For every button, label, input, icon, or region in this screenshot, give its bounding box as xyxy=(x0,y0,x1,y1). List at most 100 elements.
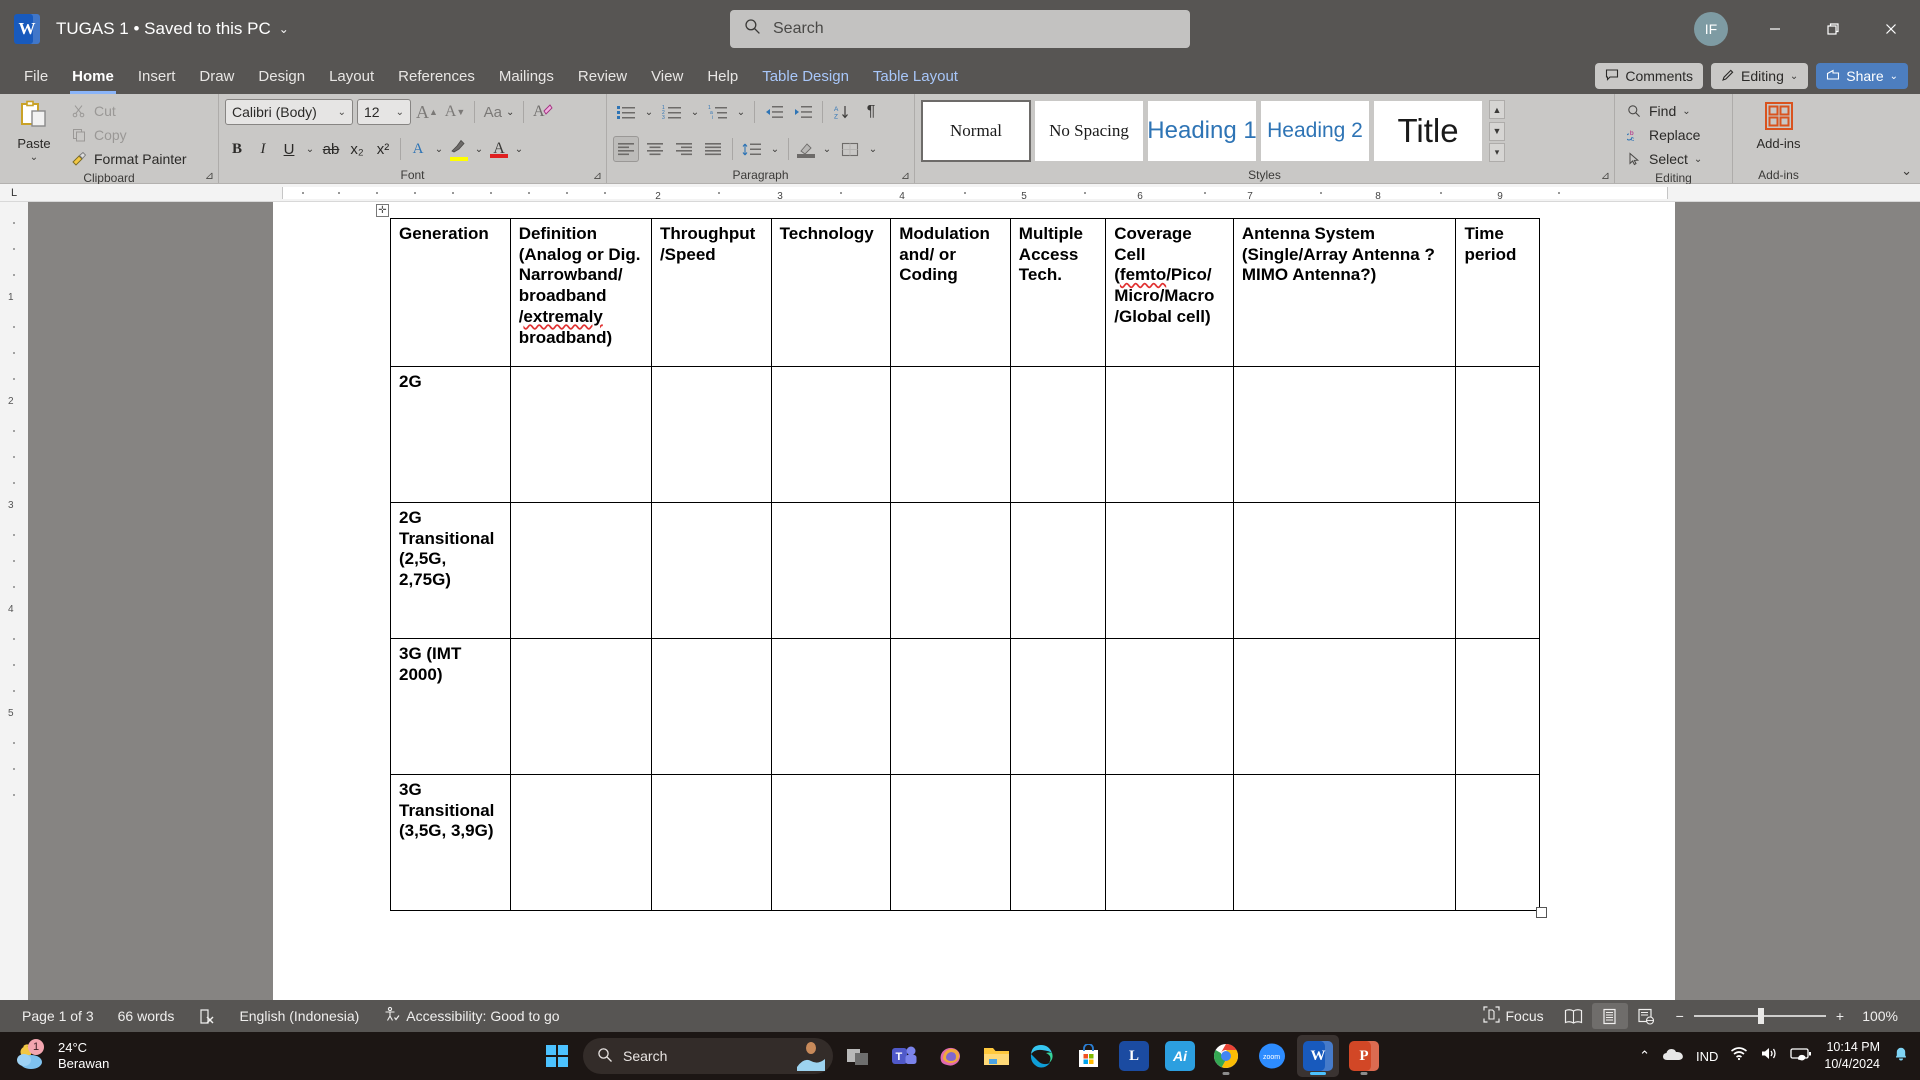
comparison-table[interactable]: Generation Definition (Analog or Dig. Na… xyxy=(390,218,1540,911)
document-page[interactable]: ✛ Generation Definition (Analog or Dig. … xyxy=(273,202,1675,1000)
italic-button[interactable]: I xyxy=(251,136,275,162)
clipboard-dialog-launcher[interactable]: ⊿ xyxy=(205,169,214,182)
search-input[interactable] xyxy=(773,20,1176,38)
tab-view[interactable]: View xyxy=(639,58,695,94)
bullets-caret[interactable]: ⌄ xyxy=(642,99,656,125)
close-button[interactable] xyxy=(1862,0,1920,58)
cell-throughput[interactable] xyxy=(650,638,772,775)
cell-definition[interactable] xyxy=(509,774,652,911)
add-ins-button[interactable]: Add-ins xyxy=(1751,98,1807,151)
chevron-down-icon[interactable]: ⌄ xyxy=(1694,154,1702,165)
header-cell-definition[interactable]: Definition (Analog or Dig. Narrowband/ b… xyxy=(509,218,652,367)
taskbar-search-box[interactable]: Search xyxy=(583,1038,833,1074)
numbering-caret[interactable]: ⌄ xyxy=(688,99,702,125)
wifi-icon[interactable] xyxy=(1730,1046,1748,1066)
select-button[interactable]: Select ⌄ xyxy=(1621,148,1706,170)
cell-throughput[interactable] xyxy=(650,366,772,503)
row-label-3g[interactable]: 3G (IMT 2000) xyxy=(390,638,511,775)
numbering-icon[interactable]: 123 xyxy=(659,99,685,125)
clear-formatting-button[interactable]: A xyxy=(531,99,555,125)
change-case-button[interactable]: Aa ⌄ xyxy=(482,99,516,125)
cell-technology[interactable] xyxy=(770,502,892,639)
taskbar-app-copilot[interactable] xyxy=(929,1035,971,1077)
accessibility-status[interactable]: Accessibility: Good to go xyxy=(371,1000,571,1032)
styles-more-button[interactable]: ▾ xyxy=(1489,143,1505,162)
web-layout-button[interactable] xyxy=(1628,1003,1664,1029)
proofing-errors-icon[interactable] xyxy=(186,1000,227,1032)
chevron-down-icon[interactable]: ⌄ xyxy=(1890,71,1898,82)
shading-caret[interactable]: ⌄ xyxy=(820,136,834,162)
taskbar-app-line[interactable]: L xyxy=(1113,1035,1155,1077)
header-cell-coverage-cell[interactable]: Coverage Cell (femto/Pico/ Micro/Macro /… xyxy=(1105,218,1234,367)
taskbar-app-chrome[interactable] xyxy=(1205,1035,1247,1077)
zoom-slider-thumb[interactable] xyxy=(1757,1008,1764,1024)
cell-definition[interactable] xyxy=(509,366,652,503)
document-title[interactable]: TUGAS 1 • Saved to this PC ⌄ xyxy=(56,19,289,39)
cell-antenna[interactable] xyxy=(1232,366,1457,503)
decrease-indent-icon[interactable] xyxy=(761,99,787,125)
app-search-box[interactable] xyxy=(730,10,1190,48)
vertical-ruler[interactable]: 1 2 3 4 5 xyxy=(0,202,28,1000)
cell-time-period[interactable] xyxy=(1455,502,1540,639)
borders-caret[interactable]: ⌄ xyxy=(866,136,880,162)
language-indicator[interactable]: English (Indonesia) xyxy=(227,1000,371,1032)
cell-multiple-access[interactable] xyxy=(1009,366,1107,503)
increase-indent-icon[interactable] xyxy=(790,99,816,125)
justify-icon[interactable] xyxy=(700,136,726,162)
notification-bell-icon[interactable] xyxy=(1892,1045,1910,1068)
cell-coverage[interactable] xyxy=(1105,366,1234,503)
tab-table-layout[interactable]: Table Layout xyxy=(861,58,970,94)
cell-technology[interactable] xyxy=(770,774,892,911)
highlight-color-caret[interactable]: ⌄ xyxy=(472,136,486,162)
share-button[interactable]: Share ⌄ xyxy=(1816,63,1908,89)
cell-antenna[interactable] xyxy=(1232,502,1457,639)
align-center-icon[interactable] xyxy=(642,136,668,162)
taskbar-app-word[interactable]: W xyxy=(1297,1035,1339,1077)
line-spacing-icon[interactable] xyxy=(739,136,765,162)
cell-multiple-access[interactable] xyxy=(1009,774,1107,911)
replace-button[interactable]: bc Replace xyxy=(1621,124,1706,146)
format-painter-button[interactable]: Format Painter xyxy=(66,148,191,170)
clock[interactable]: 10:14 PM 10/4/2024 xyxy=(1824,1039,1880,1073)
volume-icon[interactable] xyxy=(1760,1046,1778,1066)
read-mode-button[interactable] xyxy=(1556,1003,1592,1029)
row-label-2g-transitional[interactable]: 2G Transitional (2,5G, 2,75G) xyxy=(390,502,511,639)
cell-time-period[interactable] xyxy=(1455,638,1540,775)
strikethrough-button[interactable]: ab xyxy=(319,136,343,162)
ribbon-collapse-button[interactable]: ⌄ xyxy=(1901,163,1912,179)
grow-font-button[interactable]: A ▲ xyxy=(415,99,439,125)
chevron-down-icon[interactable]: ⌄ xyxy=(1682,106,1690,117)
header-cell-modulation[interactable]: Modulation and/ or Coding xyxy=(890,218,1011,367)
table-resize-handle[interactable] xyxy=(1536,907,1547,918)
find-button[interactable]: Find ⌄ xyxy=(1621,100,1706,122)
taskbar-app-powerpoint[interactable]: P xyxy=(1343,1035,1385,1077)
zoom-slider-track[interactable] xyxy=(1693,1008,1826,1024)
styles-scroll-up-button[interactable]: ▲ xyxy=(1489,100,1505,119)
chevron-down-icon[interactable]: ⌄ xyxy=(279,22,289,36)
editing-mode-button[interactable]: Editing ⌄ xyxy=(1711,63,1809,89)
tab-references[interactable]: References xyxy=(386,58,487,94)
tab-table-design[interactable]: Table Design xyxy=(750,58,861,94)
line-spacing-caret[interactable]: ⌄ xyxy=(768,136,782,162)
multilevel-caret[interactable]: ⌄ xyxy=(734,99,748,125)
cell-modulation[interactable] xyxy=(890,774,1011,911)
cell-coverage[interactable] xyxy=(1105,638,1234,775)
style-heading-2[interactable]: Heading 2 xyxy=(1260,100,1370,162)
tab-stop-selector[interactable]: L xyxy=(0,184,28,201)
subscript-button[interactable]: x₂ xyxy=(345,136,369,162)
row-label-2g[interactable]: 2G xyxy=(390,366,511,503)
shrink-font-button[interactable]: A ▼ xyxy=(443,99,467,125)
font-color-caret[interactable]: ⌄ xyxy=(512,136,526,162)
task-view-button[interactable] xyxy=(837,1035,879,1077)
chevron-up-icon[interactable]: ⌃ xyxy=(1639,1048,1650,1064)
styles-dialog-launcher[interactable]: ⊿ xyxy=(1601,169,1610,182)
table-move-handle[interactable]: ✛ xyxy=(376,204,389,217)
sort-icon[interactable]: AZ xyxy=(829,99,855,125)
highlight-color-button[interactable] xyxy=(448,138,470,161)
multilevel-list-icon[interactable]: 1ai xyxy=(705,99,731,125)
font-name-combobox[interactable]: Calibri (Body) ⌄ xyxy=(225,99,353,125)
restore-button[interactable] xyxy=(1804,0,1862,58)
text-effects-caret[interactable]: ⌄ xyxy=(432,136,446,162)
cell-antenna[interactable] xyxy=(1232,774,1457,911)
tab-design[interactable]: Design xyxy=(246,58,317,94)
